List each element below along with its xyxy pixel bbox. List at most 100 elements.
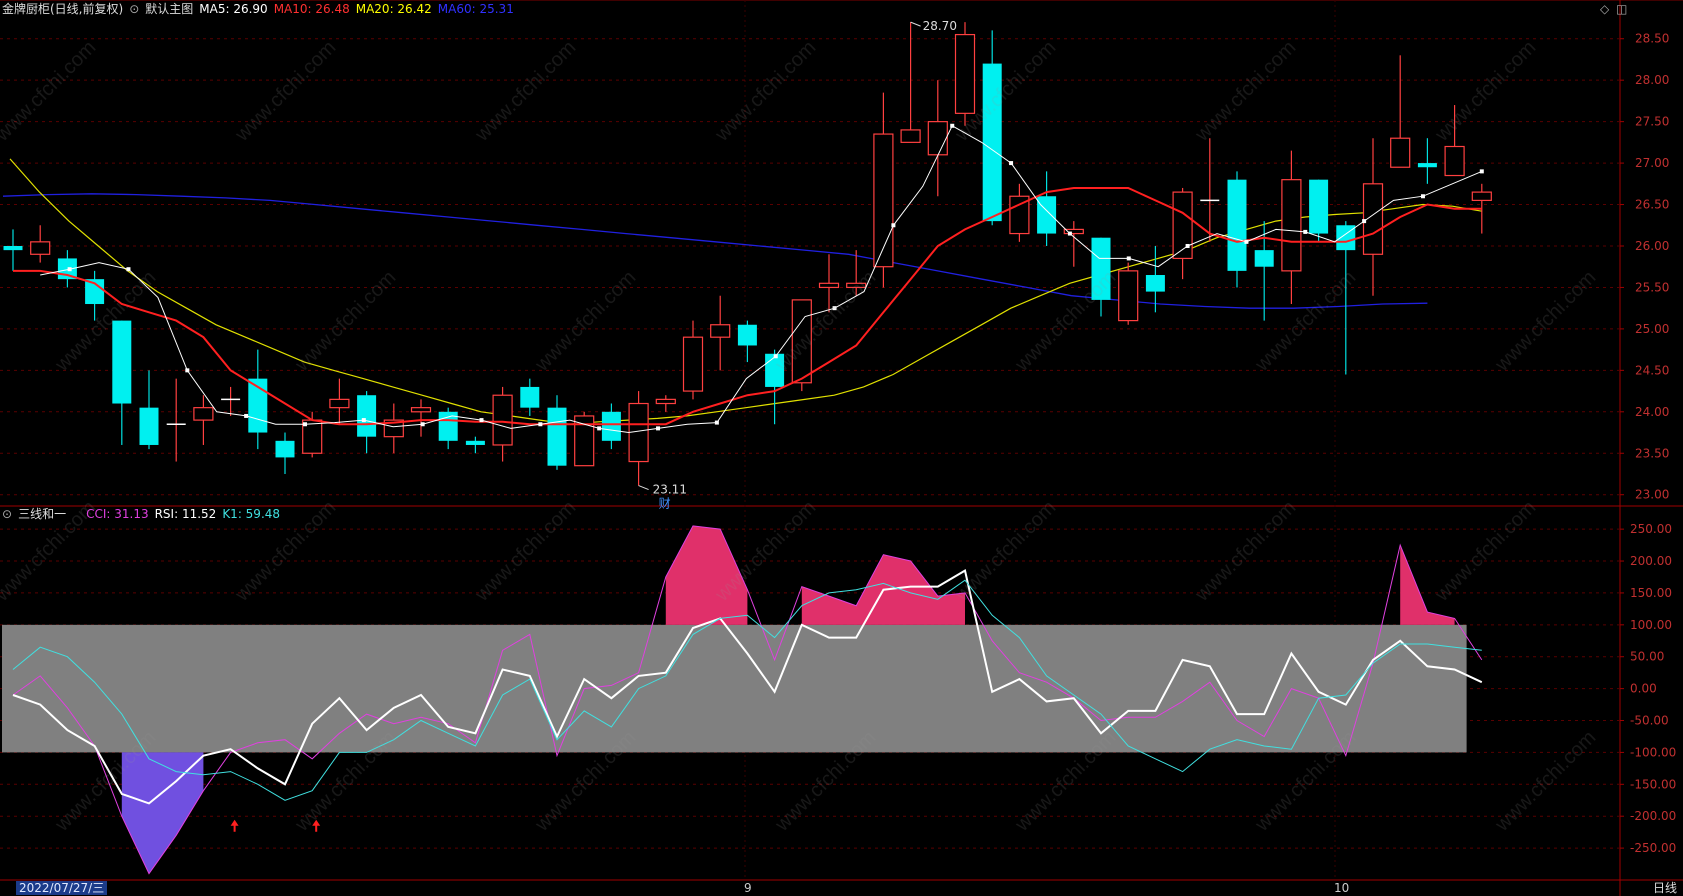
price-axis: 28.50 28.00 27.50 27.00 26.50 26.00 25.50 25.00… bbox=[1620, 32, 1669, 502]
indicator-name[interactable]: 默认主图 bbox=[145, 2, 193, 16]
ma5-point bbox=[597, 426, 602, 431]
indicator-tick-label: 150.00 bbox=[1630, 586, 1672, 600]
ma5-point bbox=[1067, 231, 1072, 236]
ma5-point bbox=[1362, 219, 1367, 224]
candle-down bbox=[1091, 237, 1111, 300]
ma5-point bbox=[361, 418, 366, 423]
stock-chart-app: 28.50 28.00 27.50 27.00 26.50 26.00 25.50 25.00… bbox=[0, 0, 1683, 896]
price-tick-label: 25.00 bbox=[1635, 322, 1669, 336]
ma60-label: MA60: 25.31 bbox=[437, 2, 514, 16]
chevron-circle-icon[interactable]: ⊙ bbox=[129, 2, 139, 16]
ma5-point bbox=[538, 422, 543, 427]
indicator-tick-label: -200.00 bbox=[1630, 809, 1676, 823]
ma5-point bbox=[302, 422, 307, 427]
candle-up bbox=[30, 241, 51, 255]
candle-down bbox=[1309, 179, 1329, 234]
ma5-point bbox=[1479, 169, 1484, 174]
ma10-path bbox=[13, 187, 1482, 426]
ma5-point bbox=[67, 267, 72, 272]
candle-up bbox=[818, 282, 840, 289]
candle-up bbox=[682, 336, 704, 392]
cci-label: CCI: 31.13 bbox=[86, 507, 149, 521]
candle-down bbox=[601, 411, 621, 441]
ma5-point bbox=[1303, 229, 1308, 234]
finance-marker: 财 bbox=[659, 497, 671, 511]
indicator-tick-label: 200.00 bbox=[1630, 554, 1672, 568]
rsi-label: RSI: 11.52 bbox=[154, 507, 217, 521]
overbought-fill bbox=[665, 525, 748, 625]
indicator-axis: 250.00 200.00 150.00 100.00 50.00 0.00 -50.00 -… bbox=[1620, 522, 1676, 855]
candle-up bbox=[1471, 191, 1492, 201]
ma10-label: MA10: 26.48 bbox=[273, 2, 350, 16]
candle-up bbox=[927, 121, 948, 156]
diamond-icon[interactable]: ◇ bbox=[1600, 2, 1609, 16]
indicator-title[interactable]: 三线和一 bbox=[18, 507, 66, 521]
candle-down bbox=[737, 324, 757, 346]
candle-up bbox=[1172, 191, 1193, 260]
ma5-point bbox=[891, 223, 896, 228]
ma5-label: MA5: 26.90 bbox=[199, 2, 268, 16]
candle-down bbox=[1254, 250, 1274, 267]
price-tick-label: 25.50 bbox=[1635, 280, 1669, 294]
price-tick-label: 26.00 bbox=[1635, 239, 1669, 253]
k1-label: K1: 59.48 bbox=[222, 507, 281, 521]
ma5-point bbox=[832, 306, 837, 311]
ma5-point bbox=[656, 426, 661, 431]
month-label-9: 9 bbox=[744, 881, 752, 895]
indicator-tick-label: -100.00 bbox=[1630, 745, 1676, 759]
price-tick-label: 24.50 bbox=[1635, 363, 1669, 377]
indicator-chart bbox=[2, 525, 1483, 875]
candle-down bbox=[765, 353, 785, 387]
ma10-line bbox=[13, 187, 1482, 426]
candle-down bbox=[465, 440, 485, 445]
candle-up bbox=[710, 324, 731, 338]
candle-down bbox=[1145, 275, 1165, 292]
date-readout: 2022/07/27/三 bbox=[16, 881, 108, 895]
ma5-point bbox=[773, 354, 778, 359]
ma5-point bbox=[479, 418, 484, 423]
window-icon[interactable]: ◫ bbox=[1616, 2, 1627, 16]
candle-up bbox=[329, 398, 350, 409]
price-chart[interactable]: 28.50 28.00 27.50 27.00 26.50 26.00 25.50 25.00… bbox=[0, 0, 1683, 896]
collapse-icon[interactable]: ⊙ bbox=[2, 507, 12, 521]
candle-up bbox=[900, 129, 921, 143]
price-tick-label: 28.50 bbox=[1635, 32, 1669, 46]
ma5-point bbox=[185, 368, 190, 373]
oversold-fill bbox=[121, 752, 204, 874]
period-label[interactable]: 日线 bbox=[1653, 881, 1677, 895]
candle-up bbox=[655, 398, 676, 405]
stock-title[interactable]: 金牌厨柜(日线,前复权) bbox=[2, 2, 123, 16]
indicator-tick-label: -250.00 bbox=[1630, 841, 1676, 855]
candle-down bbox=[275, 440, 295, 458]
candle-down bbox=[112, 320, 132, 404]
indicator-tick-label: -150.00 bbox=[1630, 777, 1676, 791]
price-grid bbox=[0, 0, 1683, 896]
candle-down bbox=[357, 395, 377, 437]
indicator-tick-label: -50.00 bbox=[1630, 714, 1669, 728]
ma60-line bbox=[2, 193, 1428, 309]
candle-down bbox=[3, 245, 23, 251]
ma5-point bbox=[126, 267, 131, 272]
indicator-tick-label: 100.00 bbox=[1630, 618, 1672, 632]
ma5-point bbox=[1420, 194, 1425, 199]
annotations: 28.70 23.11财 bbox=[638, 19, 957, 511]
low-pointer bbox=[638, 485, 649, 491]
candle-down bbox=[547, 407, 567, 466]
candle-up bbox=[410, 407, 432, 413]
ma20-label: MA20: 26.42 bbox=[355, 2, 432, 16]
high-label: 28.70 bbox=[923, 19, 957, 33]
indicator-tick-label: 0.00 bbox=[1630, 682, 1657, 696]
candlesticks bbox=[3, 22, 1492, 486]
candle-up bbox=[954, 33, 976, 114]
candle-up bbox=[791, 299, 812, 384]
candle-up bbox=[1444, 145, 1465, 177]
price-tick-label: 26.50 bbox=[1635, 198, 1669, 212]
ma5-point bbox=[1126, 256, 1131, 261]
buy-arrow-icon bbox=[312, 819, 321, 832]
price-tick-label: 23.00 bbox=[1635, 488, 1669, 502]
month-label-10: 10 bbox=[1334, 881, 1350, 895]
price-tick-label: 28.00 bbox=[1635, 73, 1669, 87]
ma5-point bbox=[1244, 239, 1249, 244]
candle-up bbox=[1118, 270, 1139, 322]
candle-down bbox=[520, 386, 540, 408]
